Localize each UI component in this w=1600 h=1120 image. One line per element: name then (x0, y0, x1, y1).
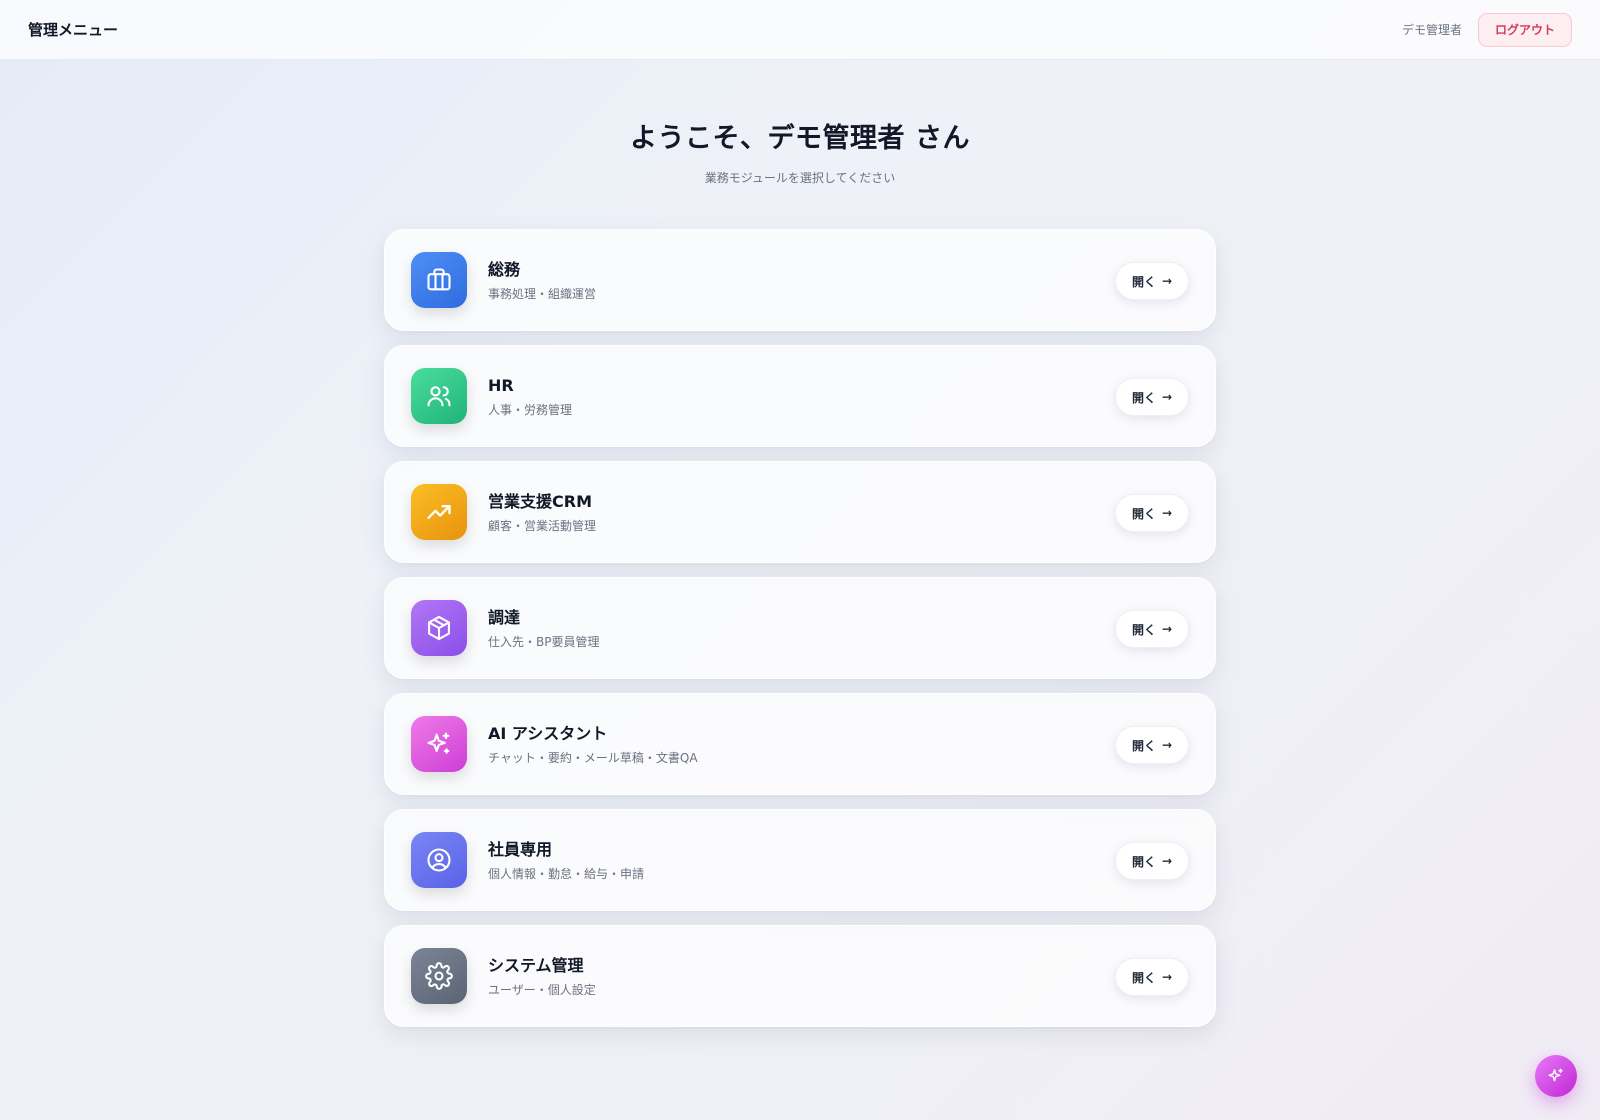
user-circle-icon (427, 848, 451, 872)
open-button[interactable]: 開く → (1115, 610, 1189, 648)
module-title: 総務 (488, 259, 521, 279)
users-icon (427, 386, 451, 407)
open-label: 開く (1131, 738, 1156, 753)
module-text: 調達 仕入先・BP要員管理 (488, 607, 599, 650)
logout-button[interactable]: ログアウト (1477, 12, 1572, 47)
arrow-right-icon: → (1161, 970, 1173, 984)
gear-icon (425, 962, 453, 990)
open-label: 開く (1131, 970, 1156, 985)
sparkles-icon (427, 732, 450, 754)
open-label: 開く (1131, 390, 1156, 405)
module-text: 総務 事務処理・組織運営 (488, 259, 596, 302)
open-button[interactable]: 開く → (1115, 726, 1189, 764)
user-name: デモ管理者 (1401, 23, 1462, 37)
module-icon-tile (411, 484, 467, 540)
module-description: ユーザー・個人設定 (488, 982, 596, 997)
module-title: AI アシスタント (488, 723, 608, 743)
module-title: 社員専用 (488, 839, 553, 859)
module-card-system-admin[interactable]: システム管理 ユーザー・個人設定 開く → (384, 925, 1216, 1027)
hero: ようこそ、デモ管理者 さん 業務モジュールを選択してください (0, 116, 1600, 186)
arrow-right-icon: → (1161, 506, 1173, 520)
module-title: 営業支援CRM (488, 491, 592, 511)
top-bar-actions: デモ管理者 ログアウト (1401, 12, 1572, 47)
package-icon (428, 615, 450, 641)
module-title: HR (488, 375, 514, 395)
arrow-right-icon: → (1161, 274, 1173, 288)
briefcase-icon (427, 268, 451, 291)
module-title: 調達 (488, 607, 521, 627)
module-icon-tile (411, 252, 467, 308)
module-description: 個人情報・勤怠・給与・申請 (488, 866, 645, 881)
app-title: 管理メニュー (28, 21, 119, 39)
page-subtitle: 業務モジュールを選択してください (704, 171, 896, 185)
module-text: 営業支援CRM 顧客・営業活動管理 (488, 491, 596, 534)
arrow-right-icon: → (1161, 738, 1173, 752)
module-card-ai-assistant[interactable]: AI アシスタント チャット・要約・メール草稿・文書QA 開く → (384, 693, 1216, 795)
module-icon-tile (411, 368, 467, 424)
open-label: 開く (1131, 854, 1156, 869)
open-button[interactable]: 開く → (1115, 262, 1189, 300)
page-title: ようこそ、デモ管理者 さん (630, 123, 970, 154)
module-text: HR 人事・労務管理 (488, 375, 572, 418)
arrow-right-icon: → (1161, 390, 1173, 404)
open-button[interactable]: 開く → (1115, 494, 1189, 532)
module-card-crm[interactable]: 営業支援CRM 顧客・営業活動管理 開く → (384, 461, 1216, 563)
open-label: 開く (1131, 506, 1156, 521)
module-text: システム管理 ユーザー・個人設定 (488, 955, 596, 998)
module-icon-tile (411, 832, 467, 888)
module-icon-tile (411, 600, 467, 656)
trending-up-icon (427, 505, 451, 519)
module-card-general-affairs[interactable]: 総務 事務処理・組織運営 開く → (384, 229, 1216, 331)
open-button[interactable]: 開く → (1115, 378, 1189, 416)
open-label: 開く (1131, 622, 1156, 637)
ai-assistant-fab[interactable] (1535, 1055, 1577, 1097)
arrow-right-icon: → (1161, 622, 1173, 636)
sparkles-icon (1548, 1068, 1563, 1082)
module-card-employee[interactable]: 社員専用 個人情報・勤怠・給与・申請 開く → (384, 809, 1216, 911)
module-description: 顧客・営業活動管理 (488, 518, 597, 533)
module-title: システム管理 (488, 955, 584, 975)
open-button[interactable]: 開く → (1115, 958, 1189, 996)
module-description: 事務処理・組織運営 (488, 286, 597, 301)
module-text: AI アシスタント チャット・要約・メール草稿・文書QA (488, 723, 698, 766)
module-card-procurement[interactable]: 調達 仕入先・BP要員管理 開く → (384, 577, 1216, 679)
open-label: 開く (1131, 274, 1156, 289)
top-bar: 管理メニュー デモ管理者 ログアウト (0, 0, 1600, 60)
module-card-hr[interactable]: HR 人事・労務管理 開く → (384, 345, 1216, 447)
module-text: 社員専用 個人情報・勤怠・給与・申請 (488, 839, 644, 882)
module-description: チャット・要約・メール草稿・文書QA (488, 750, 698, 765)
module-icon-tile (411, 948, 467, 1004)
open-button[interactable]: 開く → (1115, 842, 1189, 880)
module-icon-tile (411, 716, 467, 772)
module-description: 仕入先・BP要員管理 (488, 634, 600, 649)
arrow-right-icon: → (1161, 854, 1173, 868)
module-list: 総務 事務処理・組織運営 開く → HR 人事・労務管理 開く → 営業支援CRM … (384, 229, 1216, 1041)
module-description: 人事・労務管理 (488, 402, 573, 417)
